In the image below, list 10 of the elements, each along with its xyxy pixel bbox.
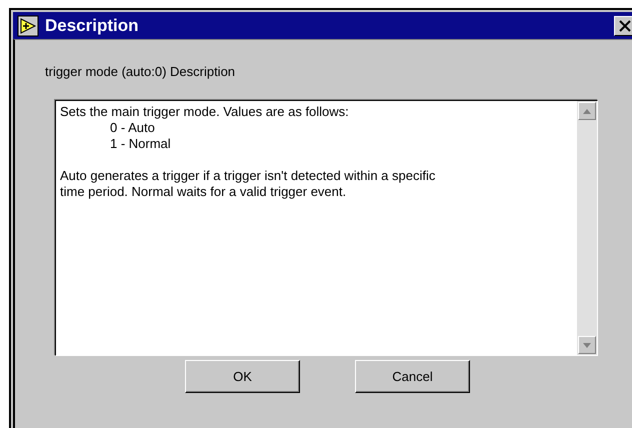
dialog-button[interactable]: Cancel <box>355 360 470 393</box>
dialog-button[interactable]: OK <box>185 360 300 393</box>
description-field[interactable]: Sets the main trigger mode. Values are as follows: 0 - Auto 1 - Normal Auto generates a trigger if a trigger isn't detected within a specific time period. Normal waits for a valid trigger event. <box>55 100 598 356</box>
description-line: 0 - Auto <box>110 120 155 135</box>
description-line: Auto generates a trigger if a trigger isn't detected within a specific <box>60 168 436 183</box>
window-title: Description <box>45 16 139 36</box>
description-heading: trigger mode (auto:0) Description <box>45 64 236 79</box>
description-line: 1 - Normal <box>110 136 171 151</box>
description-line: time period. Normal waits for a valid trigger event. <box>60 184 346 199</box>
description-line: Sets the main trigger mode. Values are as follows: <box>60 104 349 119</box>
